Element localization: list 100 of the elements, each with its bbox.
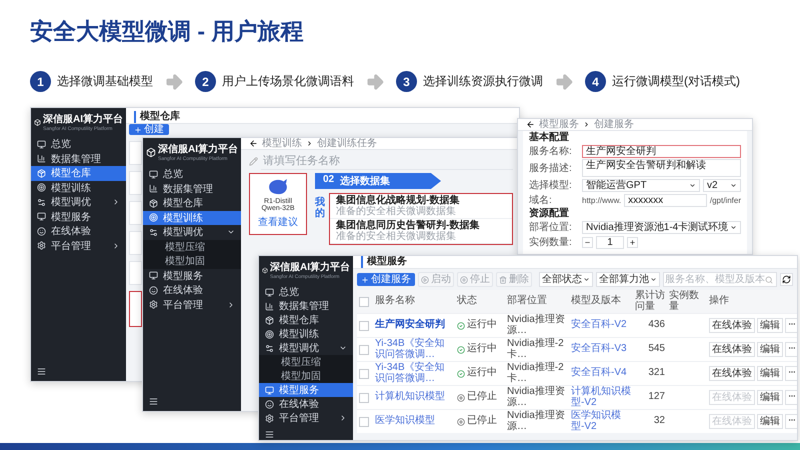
more-button[interactable]: [785, 342, 797, 357]
nav-item[interactable]: 总览: [31, 137, 126, 152]
nav-subitem[interactable]: 模型加固: [259, 369, 353, 383]
model-version-link[interactable]: 计算机知识模型-V2: [571, 387, 631, 408]
nav-subitem[interactable]: 模型压缩: [259, 355, 353, 369]
nav-item[interactable]: 模型仓库: [31, 166, 126, 180]
dataset-tab[interactable]: 我的: [315, 197, 325, 219]
row-action-button[interactable]: 在线体验: [709, 318, 755, 333]
nav-item[interactable]: 数据集管理: [143, 182, 241, 196]
row-action-button[interactable]: 编辑: [757, 414, 783, 429]
select-field[interactable]: 智能运营GPT: [582, 178, 700, 192]
nav-item[interactable]: 模型仓库: [143, 196, 241, 210]
service-name-link[interactable]: 生产网安全研判: [375, 320, 453, 331]
status-text: 运行中: [467, 320, 497, 331]
collapse-menu-icon[interactable]: [265, 430, 274, 439]
model-version-link[interactable]: 安全百科-V4: [571, 368, 631, 379]
nav-item[interactable]: 模型服务: [31, 210, 126, 224]
service-name-link[interactable]: Yi-34B《安全知识问答微调…: [375, 339, 453, 360]
refresh-button[interactable]: [780, 273, 793, 286]
step-number: 1: [30, 71, 51, 92]
row-checkbox[interactable]: [359, 320, 369, 330]
table-cell-text: Nvidia推理-2卡…: [507, 339, 565, 360]
chevron-right-icon: [112, 242, 120, 250]
model-card[interactable]: [129, 291, 142, 327]
row-action-button[interactable]: 在线体验: [709, 366, 755, 381]
nav-item[interactable]: 数据集管理: [259, 299, 353, 313]
nav-item[interactable]: 在线体验: [143, 283, 241, 298]
model-version-link[interactable]: 安全百科-V3: [571, 344, 631, 355]
field-label: 服务描述:: [529, 162, 573, 175]
dataset-name[interactable]: 集团信息化战略规划-数据集: [336, 195, 506, 206]
row-action-button[interactable]: 在线体验: [709, 342, 755, 357]
more-button[interactable]: [785, 318, 797, 333]
domain-field[interactable]: xxxxxxx: [624, 194, 707, 206]
nav-item[interactable]: 模型服务: [259, 383, 353, 397]
task-name-field[interactable]: 请填写任务名称: [261, 153, 513, 170]
search-field[interactable]: 服务名称、模型及版本: [663, 272, 777, 287]
row-checkbox[interactable]: [359, 392, 369, 402]
number-field[interactable]: 1: [596, 236, 624, 248]
increment-button[interactable]: [627, 236, 638, 248]
nav-item[interactable]: 模型训练: [259, 327, 353, 341]
chevron-right-icon: [112, 198, 120, 206]
nav-item[interactable]: 模型训练: [31, 180, 126, 195]
more-button[interactable]: [785, 390, 797, 405]
nav-subitem[interactable]: 模型压缩: [143, 240, 241, 254]
version-select[interactable]: v2: [703, 178, 741, 192]
nav-item[interactable]: 平台管理: [259, 411, 353, 425]
row-action-button[interactable]: 编辑: [757, 318, 783, 333]
step-label: 选择微调基础模型: [57, 73, 153, 90]
create-button[interactable]: 创建: [129, 124, 169, 135]
nav-item[interactable]: 模型仓库: [259, 313, 353, 327]
service-name-link[interactable]: 计算机知识模型: [375, 392, 453, 403]
filter-dropdown[interactable]: 全部状态: [539, 272, 593, 287]
row-checkbox[interactable]: [359, 416, 369, 426]
create-service-button[interactable]: 创建服务: [357, 273, 415, 286]
nav-item[interactable]: 平台管理: [31, 238, 126, 253]
nav-icon: [37, 198, 46, 207]
back-icon[interactable]: [526, 120, 535, 129]
nav-icon: [37, 241, 46, 250]
nav-icon: [265, 386, 274, 394]
nav-icon: [37, 154, 46, 164]
row-checkbox[interactable]: [359, 368, 369, 378]
suggestion-link[interactable]: 查看建议: [258, 215, 298, 229]
text-field[interactable]: 生产网安全研判: [582, 144, 741, 158]
collapse-menu-icon[interactable]: [37, 367, 46, 376]
nav-item[interactable]: 平台管理: [143, 298, 241, 312]
nav-subitem[interactable]: 模型加固: [143, 254, 241, 268]
nav-item[interactable]: 总览: [259, 285, 353, 299]
nav-item[interactable]: 数据集管理: [31, 152, 126, 166]
nav-item[interactable]: 模型服务: [143, 268, 241, 283]
service-name-link[interactable]: Yi-34B《安全知识问答微调…: [375, 363, 453, 384]
text-area[interactable]: 生产网安全告警研判和解读: [582, 159, 741, 177]
nav-icon: [265, 414, 274, 422]
nav-item[interactable]: 模型调优: [259, 341, 353, 355]
nav-item[interactable]: 模型调优: [143, 225, 241, 240]
nav-item[interactable]: 模型训练: [143, 210, 241, 225]
table-cell-text: Nvidia推理资源…: [507, 411, 566, 432]
nav-icon: [265, 302, 274, 310]
nav-item[interactable]: 在线体验: [31, 224, 126, 238]
nav-icon: [265, 400, 274, 408]
back-icon[interactable]: [249, 139, 258, 148]
more-button[interactable]: [785, 414, 797, 429]
table-cell-text: Nvidia推理-2卡…: [507, 363, 565, 384]
row-checkbox[interactable]: [359, 344, 369, 354]
model-version-link[interactable]: 安全百科-V2: [571, 320, 631, 331]
dataset-name[interactable]: 集团信息同历史告警研判-数据集: [336, 220, 506, 231]
nav-item[interactable]: 模型调优: [31, 195, 126, 210]
trash-icon: [499, 276, 507, 284]
row-action-button[interactable]: 编辑: [757, 342, 783, 357]
filter-dropdown[interactable]: 全部算力池: [596, 272, 660, 287]
more-button[interactable]: [785, 366, 797, 381]
nav-item[interactable]: 在线体验: [259, 397, 353, 411]
row-action-button[interactable]: 编辑: [757, 390, 783, 405]
collapse-menu-icon[interactable]: [149, 397, 158, 406]
row-action-button[interactable]: 编辑: [757, 366, 783, 381]
model-version-link[interactable]: 医学知识模型-V2: [571, 411, 631, 432]
decrement-button[interactable]: [582, 236, 593, 248]
service-name-link[interactable]: 医学知识模型: [375, 416, 453, 427]
select-field[interactable]: Nvidia推理资源池1-4卡测试环境: [582, 220, 741, 234]
select-all-checkbox[interactable]: [359, 296, 369, 306]
nav-item[interactable]: 总览: [143, 167, 241, 182]
